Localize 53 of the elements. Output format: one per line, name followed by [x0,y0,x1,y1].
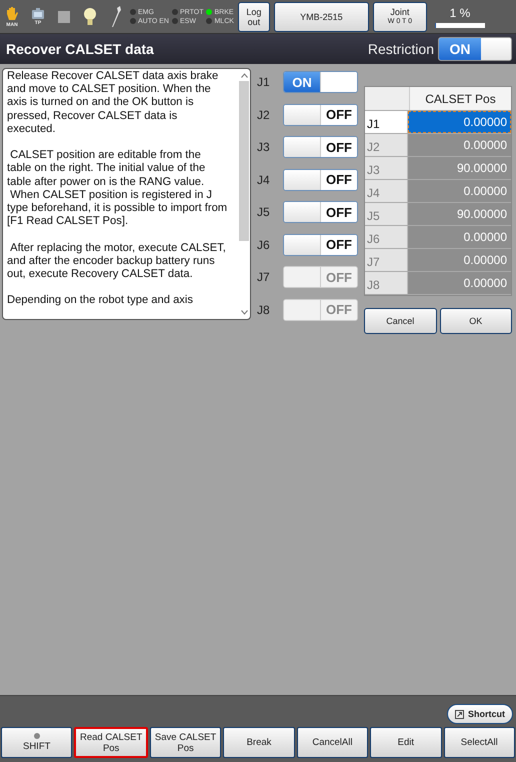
description-text: CALSET position are editable from the table on the right. The initial value of the table after power on is the RANG value. When CALSET position is registered in J type beforehand, it is possible to import from [F1 Read CALSET Pos]. [7,149,228,228]
axis-label: J8 [257,302,271,317]
shortcut-button[interactable]: Shortcut [447,704,513,724]
function-key[interactable]: SHIFT [1,727,72,758]
axis-toggle[interactable]: OFF [283,234,358,256]
row-header: J3 [365,157,408,179]
row-header: J2 [365,134,408,156]
function-key[interactable]: Save CALSET Pos [150,727,222,758]
function-key[interactable]: CancelAll [296,727,368,758]
description-text: After replacing the motor, execute CALSET, and after the encoder backup battery runs out, execute Recovery CALSET data. [7,242,227,282]
scroll-up-icon[interactable] [240,73,248,78]
bulb-icon[interactable] [83,6,97,26]
logout-button[interactable]: Log out [238,2,270,32]
description-text: Depending on the robot type and axis [7,294,194,308]
shortcut-icon [455,710,464,718]
restriction-label: Restriction [368,41,434,57]
table-cell[interactable]: 0.00000 [408,111,511,133]
row-header: J6 [365,226,408,248]
axis-label: J7 [257,270,271,284]
row-header: J4 [365,180,408,202]
stop-icon[interactable] [58,10,70,22]
row-header: J8 [365,272,408,294]
function-key[interactable]: SelectAll [444,727,515,758]
function-key[interactable]: Read CALSET Pos [74,727,148,758]
scroll-down-icon[interactable] [240,310,248,315]
axis-toggle[interactable]: ON [283,71,358,94]
axis-label: J6 [257,238,271,252]
robot-button[interactable]: YMB-2515 [274,2,369,32]
axis-toggle[interactable]: OFF [283,136,358,158]
axis-toggle[interactable]: OFF [283,168,358,191]
screen-title: Recover CALSET data [6,41,155,57]
scrollbar-thumb[interactable] [239,81,249,241]
axis-toggle[interactable]: OFF [283,104,358,126]
row-header: J5 [365,203,408,225]
dialog-button[interactable]: OK [440,308,512,334]
row-header: J7 [365,249,408,271]
wrench-icon[interactable] [110,6,122,28]
axis-label: J3 [257,140,271,154]
column-header: CALSET Pos [410,87,511,110]
axis-label: J2 [257,108,271,122]
hand-icon[interactable] [4,6,20,22]
row-header: J1 [365,111,408,133]
description-text: Release Recover CALSET data axis brake and move to CALSET position. When the axis is turned on and the OK button is pressed, Recover CALSET data is executed. [7,70,220,136]
restriction-toggle[interactable]: ON [438,37,512,61]
speed-reading: 1 % [450,6,470,20]
axis-label: J1 [257,75,271,90]
function-key[interactable]: Edit [370,727,442,758]
function-key[interactable]: Break [223,727,295,758]
axis-label: J5 [257,205,271,220]
axis-label: J4 [257,172,271,187]
pendant-icon[interactable] [31,8,45,20]
axis-toggle[interactable]: OFF [283,201,358,224]
dialog-button[interactable]: Cancel [364,308,436,334]
